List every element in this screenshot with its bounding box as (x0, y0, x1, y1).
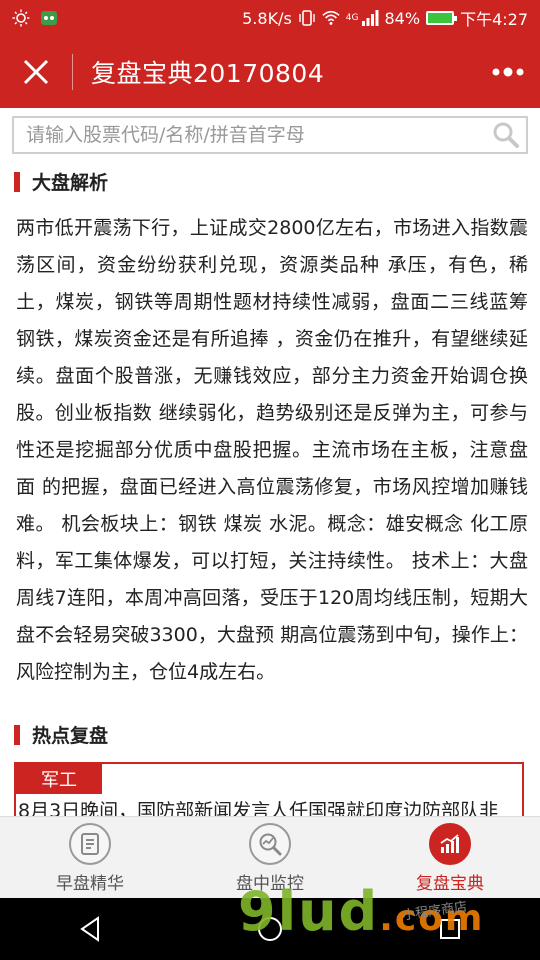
back-button[interactable] (60, 899, 120, 959)
heading-accent-bar (14, 724, 20, 745)
network-type: 4G (345, 13, 359, 23)
search-icon[interactable] (486, 118, 526, 152)
battery-percent: 84% (384, 8, 421, 28)
nav-label: 早盘精华 (56, 873, 124, 894)
more-dots-icon (492, 67, 524, 77)
watermark-text: 9lud (238, 880, 380, 943)
title-divider (72, 54, 73, 90)
close-icon (23, 59, 49, 85)
title-bar: 复盘宝典20170804 (0, 36, 540, 108)
search-input[interactable] (14, 117, 486, 153)
network-speed: 5.8K/s (242, 8, 292, 28)
app-notification-icon (40, 9, 58, 27)
vibrate-icon (298, 9, 316, 27)
brightness-icon (12, 9, 30, 27)
search-box (12, 116, 528, 154)
hot-review-tag: 军工 (16, 764, 102, 794)
page-title: 复盘宝典20170804 (91, 59, 325, 88)
battery-icon (426, 11, 458, 25)
clock: 下午4:27 (460, 10, 528, 29)
more-button[interactable] (476, 36, 540, 108)
back-triangle-icon (80, 916, 99, 942)
nav-item-morning-brief[interactable]: 早盘精华 (0, 817, 180, 899)
trend-chart-icon (429, 822, 471, 865)
heading-accent-bar (14, 171, 20, 192)
market-analysis-heading: 大盘解析 (14, 168, 108, 195)
hot-review-title: 热点复盘 (32, 725, 109, 747)
close-button[interactable] (0, 36, 72, 108)
wifi-icon (322, 9, 340, 27)
signal-icon (361, 9, 379, 27)
status-bar: 5.8K/s 4G 84% 下午4:27 (0, 0, 540, 36)
document-icon (69, 822, 111, 865)
hot-review-card[interactable]: 军工 8月3日晚间，国防部新闻发言人任国强就印度边防部队非 (14, 762, 524, 822)
hot-review-heading: 热点复盘 (14, 721, 108, 748)
market-analysis-title: 大盘解析 (32, 172, 109, 194)
market-analysis-body: 两市低开震荡下行，上证成交2800亿左右，市场进入指数震荡区间，资金纷纷获利兑现… (16, 217, 528, 683)
magnifier-chart-icon (249, 822, 291, 865)
